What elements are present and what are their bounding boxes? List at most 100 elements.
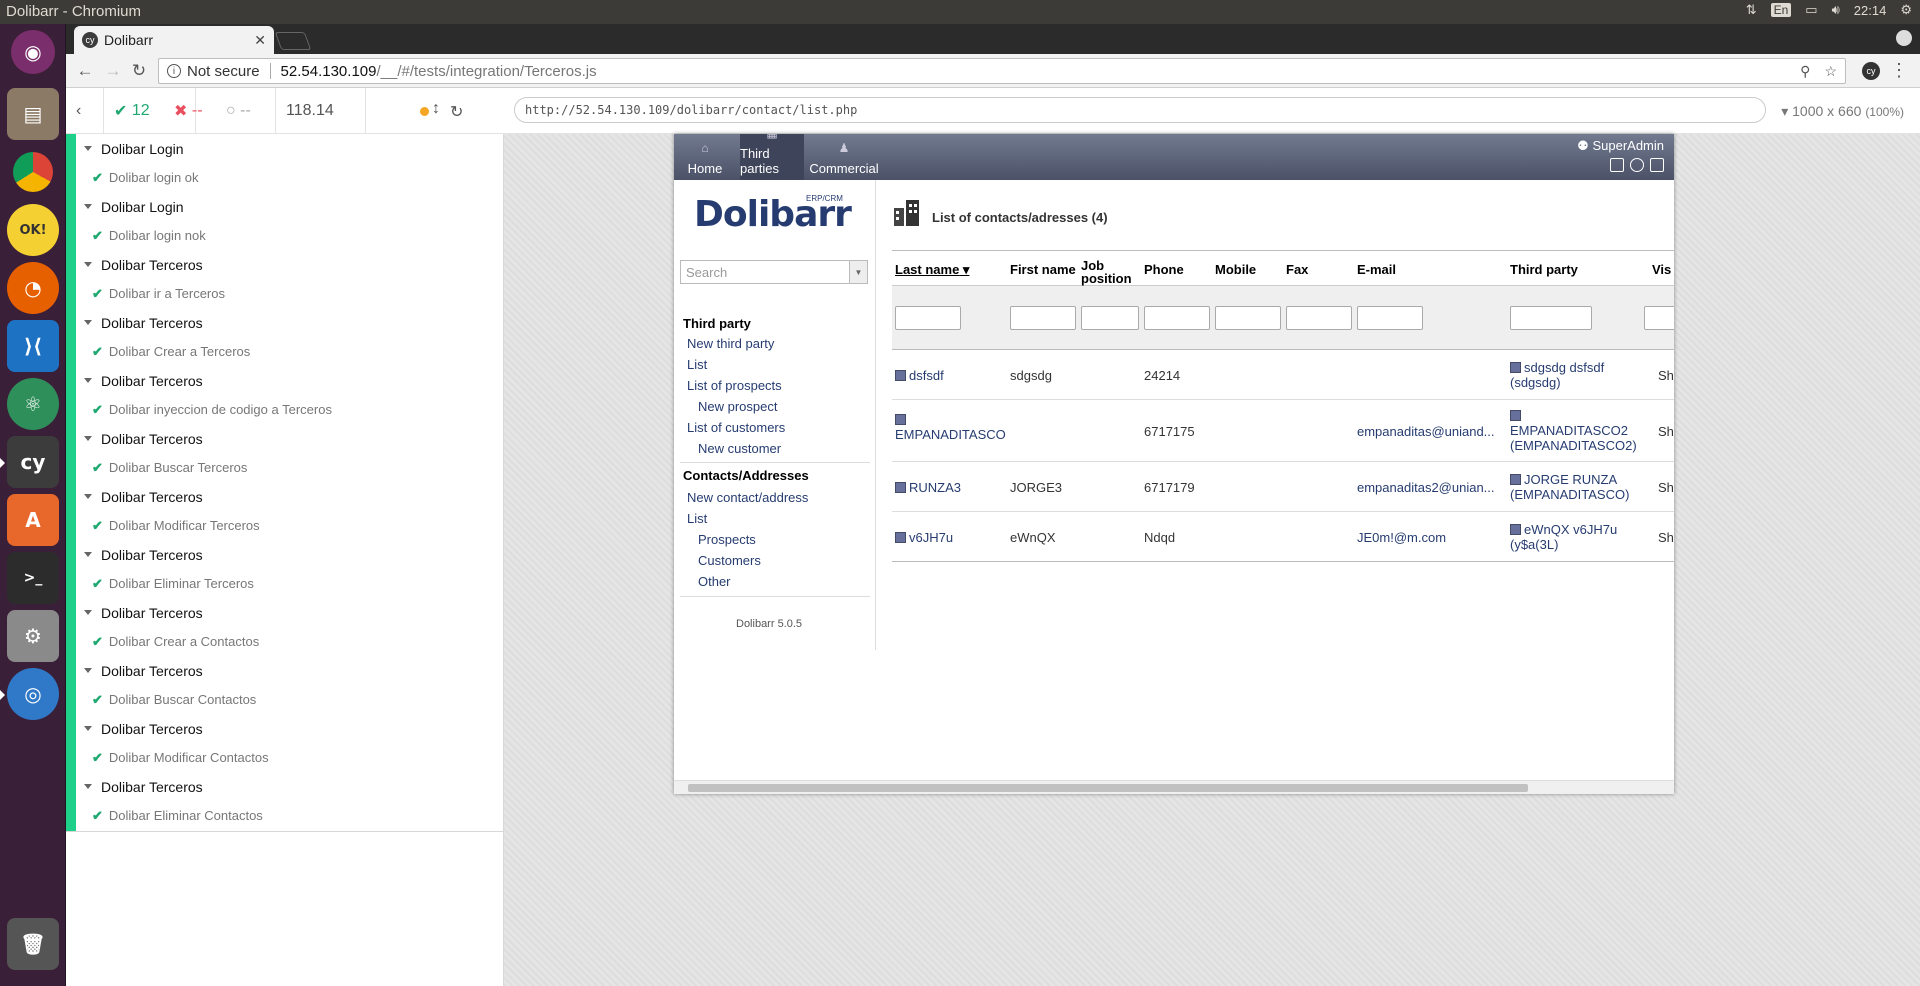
suite-title[interactable]: Dolibar Terceros (84, 366, 494, 395)
left-menu-contacts[interactable]: Contacts/Addresses (683, 468, 809, 483)
filter-phone-input[interactable] (1144, 306, 1210, 330)
left-menu-other[interactable]: Other (698, 574, 731, 589)
suite-title[interactable]: Dolibar Terceros (84, 482, 494, 511)
battery-icon[interactable]: ▭ (1805, 2, 1817, 18)
menu-third-parties[interactable]: ▦ Third parties (740, 134, 804, 180)
chevron-down-icon[interactable]: ▼ (849, 261, 867, 283)
browser-tab[interactable]: cy Dolibarr ✕ (74, 26, 274, 54)
left-menu-prospects[interactable]: Prospects (698, 532, 756, 547)
left-menu-new-customer[interactable]: New customer (698, 441, 781, 456)
col-email[interactable]: E-mail (1357, 263, 1396, 276)
col-phone[interactable]: Phone (1144, 263, 1184, 276)
test-item[interactable]: ✔ Dolibar Buscar Contactos (84, 685, 494, 714)
search-input[interactable]: Search ▼ (680, 260, 868, 284)
atom-icon[interactable]: ⚛ (7, 378, 59, 430)
new-tab-button[interactable] (274, 32, 312, 50)
col-mobile[interactable]: Mobile (1215, 263, 1256, 276)
test-item[interactable]: ✔ Dolibar Modificar Terceros (84, 511, 494, 540)
cypress-extension-icon[interactable]: cy (1862, 62, 1880, 80)
filter-third-party-input[interactable] (1510, 306, 1592, 330)
ubuntu-dash-icon[interactable]: ◉ (11, 30, 55, 74)
filter-job-input[interactable] (1081, 306, 1139, 330)
suite-title[interactable]: Dolibar Terceros (84, 656, 494, 685)
failed-count[interactable]: ✖ -- (164, 88, 224, 134)
okular-icon[interactable]: OK! (7, 204, 59, 256)
reload-icon[interactable]: ↻ (450, 102, 490, 122)
filter-last-name-input[interactable] (895, 306, 961, 330)
volume-icon[interactable]: 🔊︎ (1832, 2, 1840, 18)
system-settings-icon[interactable]: ⚙ (7, 610, 59, 662)
back-arrow-icon[interactable]: ← (74, 60, 96, 82)
files-icon[interactable]: ▤ (7, 88, 59, 140)
suite-title[interactable]: Dolibar Terceros (84, 250, 494, 279)
tab-close-icon[interactable]: ✕ (254, 32, 266, 49)
cypress-icon[interactable]: cy (7, 436, 59, 488)
left-menu-new-contact[interactable]: New contact/address (687, 490, 808, 505)
terminal-icon[interactable]: >_ (7, 552, 59, 604)
suite-title[interactable]: Dolibar Terceros (84, 308, 494, 337)
left-menu-list-contacts[interactable]: List (687, 511, 707, 526)
suite-title[interactable]: Dolibar Terceros (84, 598, 494, 627)
help-icon[interactable] (1630, 158, 1644, 172)
menu-commercial[interactable]: ♟ Commercial (806, 134, 882, 180)
filter-visibility-input[interactable] (1644, 306, 1674, 330)
scrollbar-thumb[interactable] (688, 784, 1528, 792)
filter-mobile-input[interactable] (1215, 306, 1281, 330)
filter-fax-input[interactable] (1286, 306, 1352, 330)
suite-title[interactable]: Dolibar Login (84, 192, 494, 221)
logout-icon[interactable] (1650, 158, 1664, 172)
test-item[interactable]: ✔ Dolibar inyeccion de codigo a Terceros (84, 395, 494, 424)
test-item[interactable]: ✔ Dolibar Eliminar Contactos (84, 801, 494, 830)
left-menu-list-customers[interactable]: List of customers (687, 420, 785, 435)
software-center-icon[interactable]: A (7, 494, 59, 546)
settings-gear-icon[interactable]: ⚙ (1900, 2, 1912, 18)
bookmark-star-icon[interactable]: ☆ (1824, 63, 1837, 80)
suite-title[interactable]: Dolibar Terceros (84, 540, 494, 569)
filter-first-name-input[interactable] (1010, 306, 1076, 330)
col-last-name[interactable]: Last name ▾ (895, 263, 969, 276)
horizontal-scrollbar[interactable] (674, 780, 1674, 794)
reload-icon[interactable]: ↻ (128, 60, 150, 82)
firefox-icon[interactable]: ◔ (7, 262, 59, 314)
chromium-icon[interactable]: ◎ (7, 668, 59, 720)
left-menu-list-prospects[interactable]: List of prospects (687, 378, 782, 393)
left-menu-new-prospect[interactable]: New prospect (698, 399, 777, 414)
profile-icon[interactable] (1896, 30, 1912, 46)
left-menu-new-third-party[interactable]: New third party (687, 336, 774, 351)
col-fax[interactable]: Fax (1286, 263, 1308, 276)
info-icon[interactable]: i (167, 64, 181, 78)
kebab-menu-icon[interactable]: ⋮ (1890, 60, 1908, 81)
chrome-icon[interactable] (7, 146, 59, 198)
test-item[interactable]: ✔ Dolibar login ok (84, 163, 494, 192)
suite-title[interactable]: Dolibar Terceros (84, 424, 494, 453)
suite-title[interactable]: Dolibar Terceros (84, 714, 494, 743)
user-name[interactable]: ⚉ SuperAdmin (1577, 138, 1664, 154)
network-icon[interactable]: ⇅ (1746, 2, 1757, 18)
test-item[interactable]: ✔ Dolibar Crear a Terceros (84, 337, 494, 366)
forward-arrow-icon[interactable]: → (102, 60, 124, 82)
suite-title[interactable]: Dolibar Login (84, 134, 494, 163)
clock[interactable]: 22:14 (1854, 3, 1887, 18)
pending-count[interactable]: ○ -- (216, 88, 276, 134)
suite-title[interactable]: Dolibar Terceros (84, 772, 494, 801)
menu-home[interactable]: ⌂ Home (674, 134, 736, 180)
collapse-chevron-icon[interactable]: ‹ (66, 88, 104, 134)
test-item[interactable]: ✔ Dolibar login nok (84, 221, 494, 250)
test-item[interactable]: ✔ Dolibar Buscar Terceros (84, 453, 494, 482)
left-menu-third-party[interactable]: Third party (683, 316, 751, 331)
keyboard-layout[interactable]: En (1770, 3, 1792, 17)
print-icon[interactable] (1610, 158, 1624, 172)
address-bar[interactable]: i Not secure 52.54.130.109/__/#/tests/in… (158, 58, 1846, 84)
test-item[interactable]: ✔ Dolibar Eliminar Terceros (84, 569, 494, 598)
col-visibility[interactable]: Vis (1652, 263, 1671, 276)
pin-icon[interactable]: ⚲ (1800, 63, 1810, 80)
trash-icon[interactable]: 🗑︎ (7, 918, 59, 970)
filter-email-input[interactable] (1357, 306, 1423, 330)
viewport-info[interactable]: ▾ 1000 x 660 (100%) (1781, 103, 1904, 120)
selector-playground-icon[interactable]: ↕ (432, 100, 440, 118)
left-menu-list[interactable]: List (687, 357, 707, 372)
vscode-icon[interactable]: ⟩⟨ (7, 320, 59, 372)
left-menu-customers[interactable]: Customers (698, 553, 761, 568)
test-item[interactable]: ✔ Dolibar Crear a Contactos (84, 627, 494, 656)
test-item[interactable]: ✔ Dolibar ir a Terceros (84, 279, 494, 308)
